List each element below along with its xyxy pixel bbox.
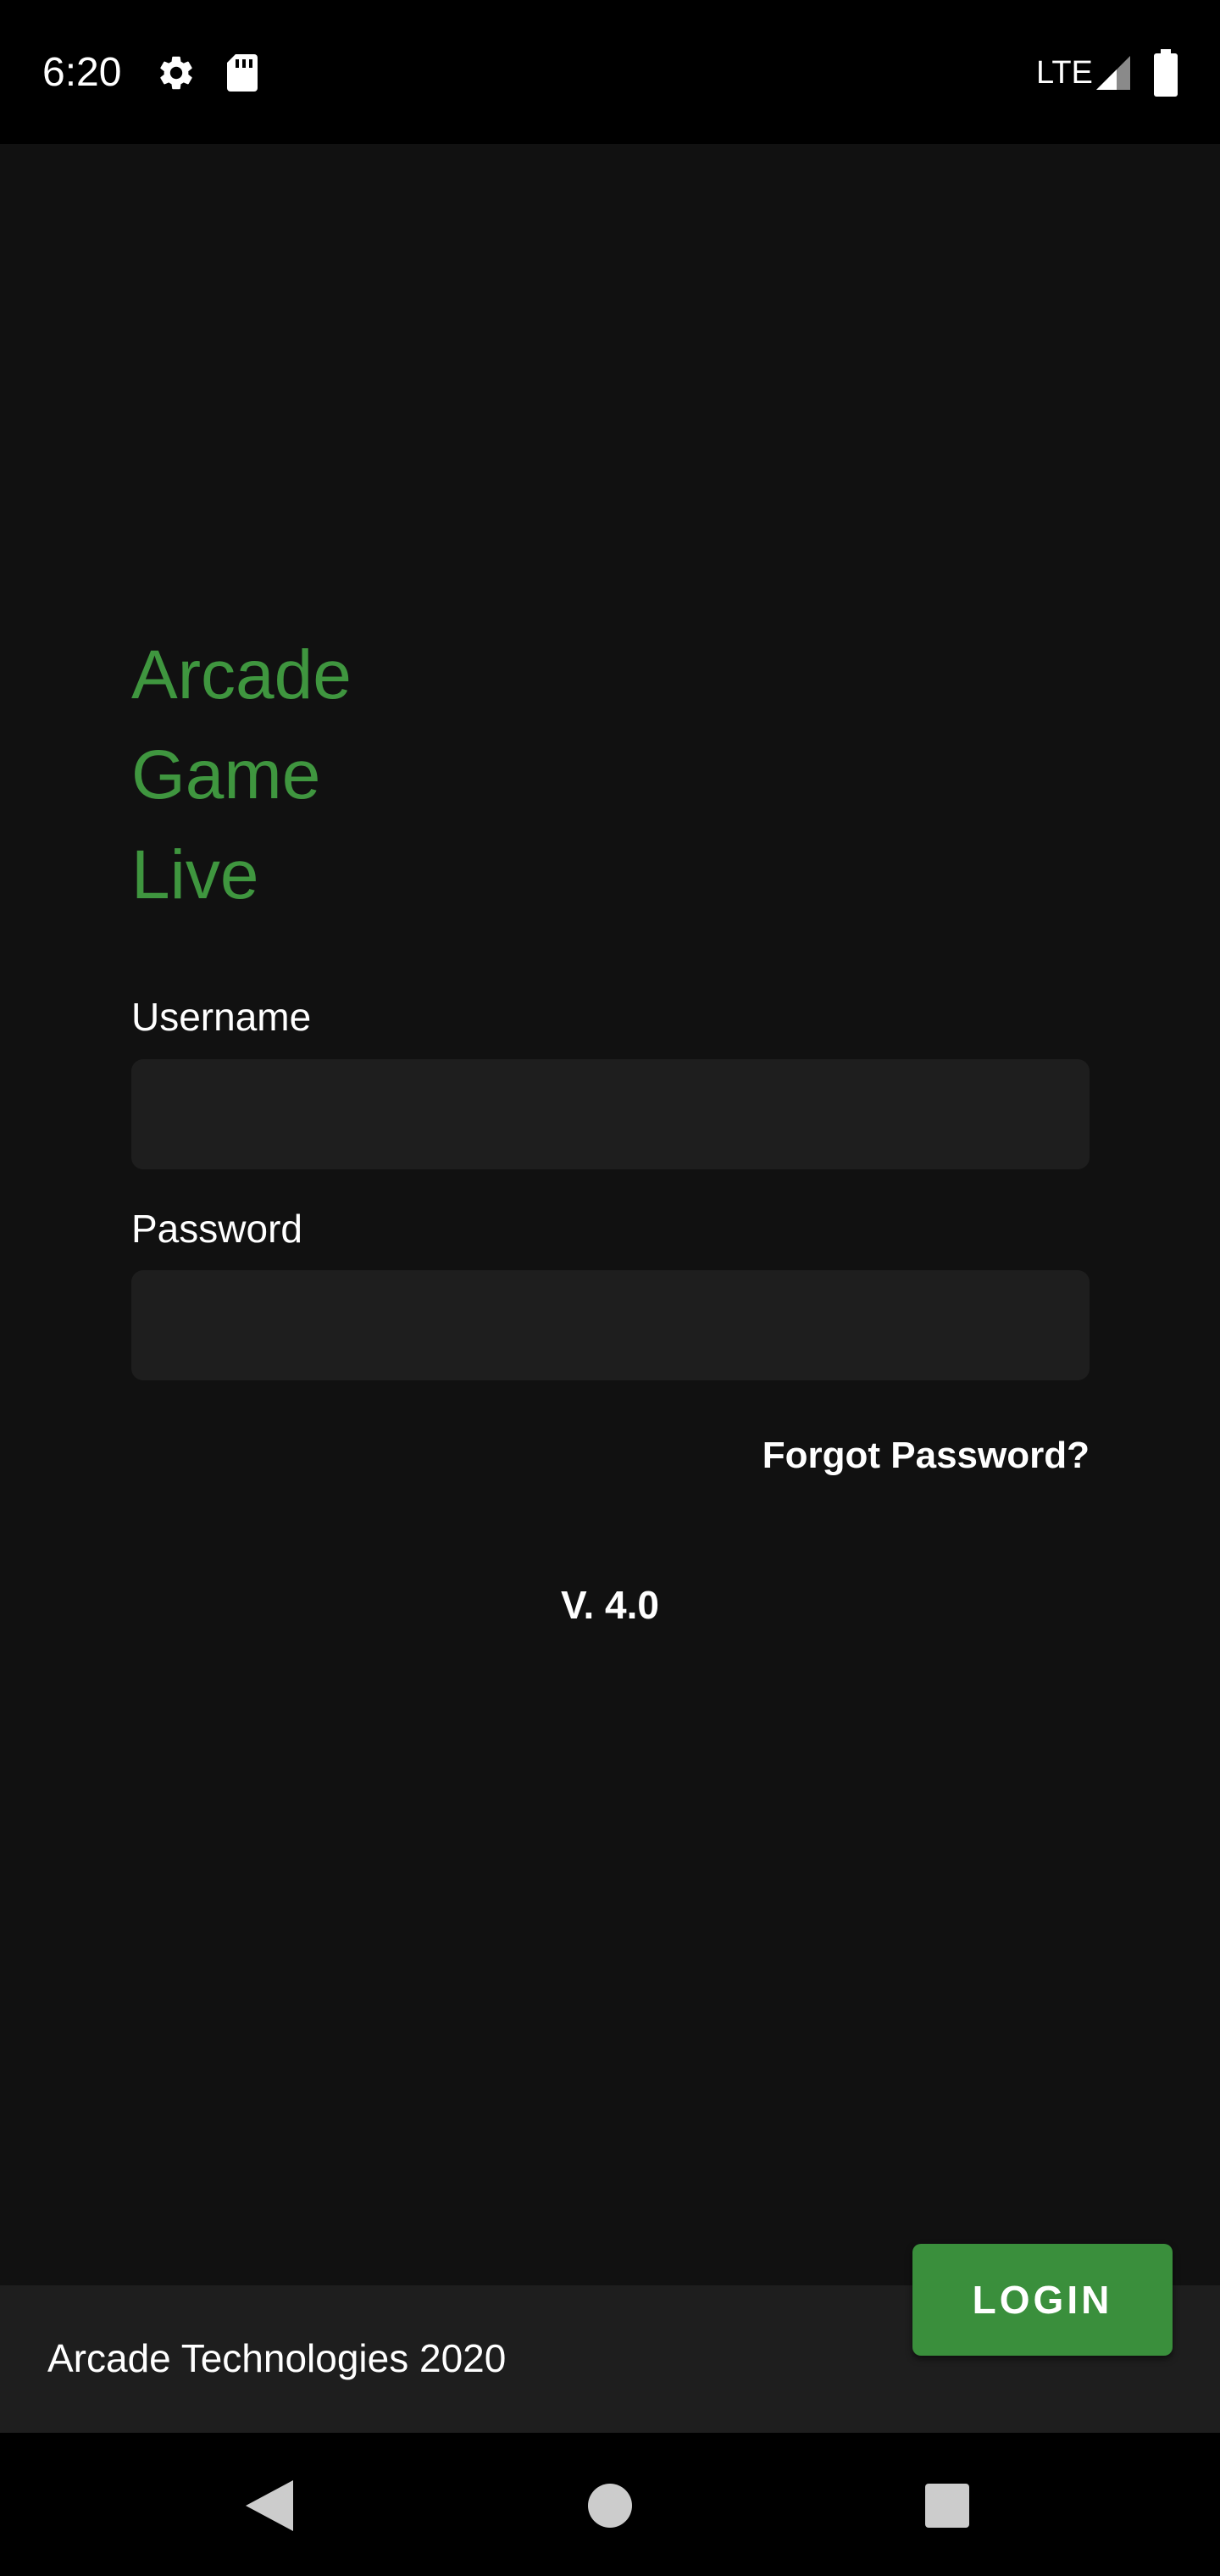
battery-icon xyxy=(1154,49,1178,97)
gear-icon xyxy=(160,56,192,90)
signal-icon xyxy=(1096,56,1130,90)
network-type: LTE xyxy=(1036,55,1093,91)
status-bar: 6:20 LTE xyxy=(0,0,1220,144)
home-icon[interactable] xyxy=(588,2484,632,2528)
login-button[interactable]: LOGIN xyxy=(912,2244,1173,2356)
username-label: Username xyxy=(131,995,312,1039)
navigation-bar xyxy=(0,2433,1220,2576)
username-input[interactable] xyxy=(131,1059,1090,1169)
sd-card-icon xyxy=(227,54,258,92)
title-line: Game xyxy=(131,736,321,813)
status-time: 6:20 xyxy=(42,50,122,95)
title-line: Arcade xyxy=(131,636,352,713)
version-label: V. 4.0 xyxy=(561,1583,659,1627)
app-title: Arcade Game Live xyxy=(131,625,352,925)
password-input[interactable] xyxy=(131,1270,1090,1380)
forgot-password-link[interactable]: Forgot Password? xyxy=(762,1432,1090,1480)
footer-text: Arcade Technologies 2020 xyxy=(47,2336,507,2380)
back-icon[interactable] xyxy=(246,2480,293,2531)
password-label: Password xyxy=(131,1207,302,1251)
login-screen: 6:20 LTE Arcade Game Live Username Passw… xyxy=(0,0,1220,2576)
title-line: Live xyxy=(131,836,259,913)
recents-icon[interactable] xyxy=(925,2484,969,2528)
